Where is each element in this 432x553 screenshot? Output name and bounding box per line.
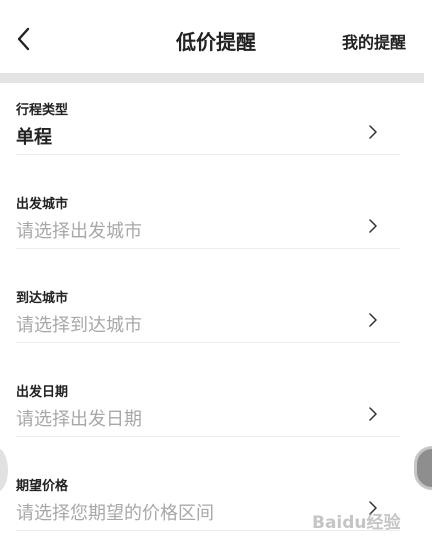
trip-type-row[interactable]: 行程类型 单程: [0, 83, 432, 177]
back-button[interactable]: [10, 24, 40, 54]
arrival-city-placeholder: 请选择到达城市: [16, 315, 142, 336]
departure-city-row[interactable]: 出发城市 请选择出发城市: [0, 177, 432, 271]
header-divider: [0, 73, 424, 83]
page: 低价提醒 我的提醒 行程类型 单程 出发城市 请选择出发城市 到达城市 请选择到…: [0, 0, 432, 553]
departure-city-placeholder: 请选择出发城市: [16, 221, 142, 242]
departure-date-label: 出发日期: [16, 385, 69, 400]
chevron-right-icon: [369, 219, 377, 233]
header-bar: 低价提醒 我的提醒: [0, 0, 432, 74]
chevron-left-icon: [17, 27, 30, 51]
departure-date-placeholder: 请选择出发日期: [16, 409, 142, 430]
chevron-right-icon: [369, 125, 377, 139]
row-separator: [16, 436, 400, 437]
arrival-city-row[interactable]: 到达城市 请选择到达城市: [0, 271, 432, 365]
row-separator: [16, 154, 400, 155]
expected-price-row[interactable]: 期望价格 请选择您期望的价格区间: [0, 459, 432, 553]
arrival-city-label: 到达城市: [16, 291, 69, 306]
departure-city-label: 出发城市: [16, 197, 69, 212]
row-separator: [16, 342, 400, 343]
trip-type-value: 单程: [16, 127, 52, 148]
departure-date-row[interactable]: 出发日期 请选择出发日期: [0, 365, 432, 459]
chevron-right-icon: [369, 407, 377, 421]
row-separator: [16, 248, 400, 249]
reminder-form: 行程类型 单程 出发城市 请选择出发城市 到达城市 请选择到达城市 出发日期 请…: [0, 83, 432, 553]
trip-type-label: 行程类型: [16, 103, 69, 118]
expected-price-label: 期望价格: [16, 479, 69, 494]
my-reminders-link[interactable]: 我的提醒: [342, 29, 406, 53]
watermark: Baidu经验: [312, 513, 401, 533]
expected-price-placeholder: 请选择您期望的价格区间: [16, 503, 214, 524]
chevron-right-icon: [369, 313, 377, 327]
